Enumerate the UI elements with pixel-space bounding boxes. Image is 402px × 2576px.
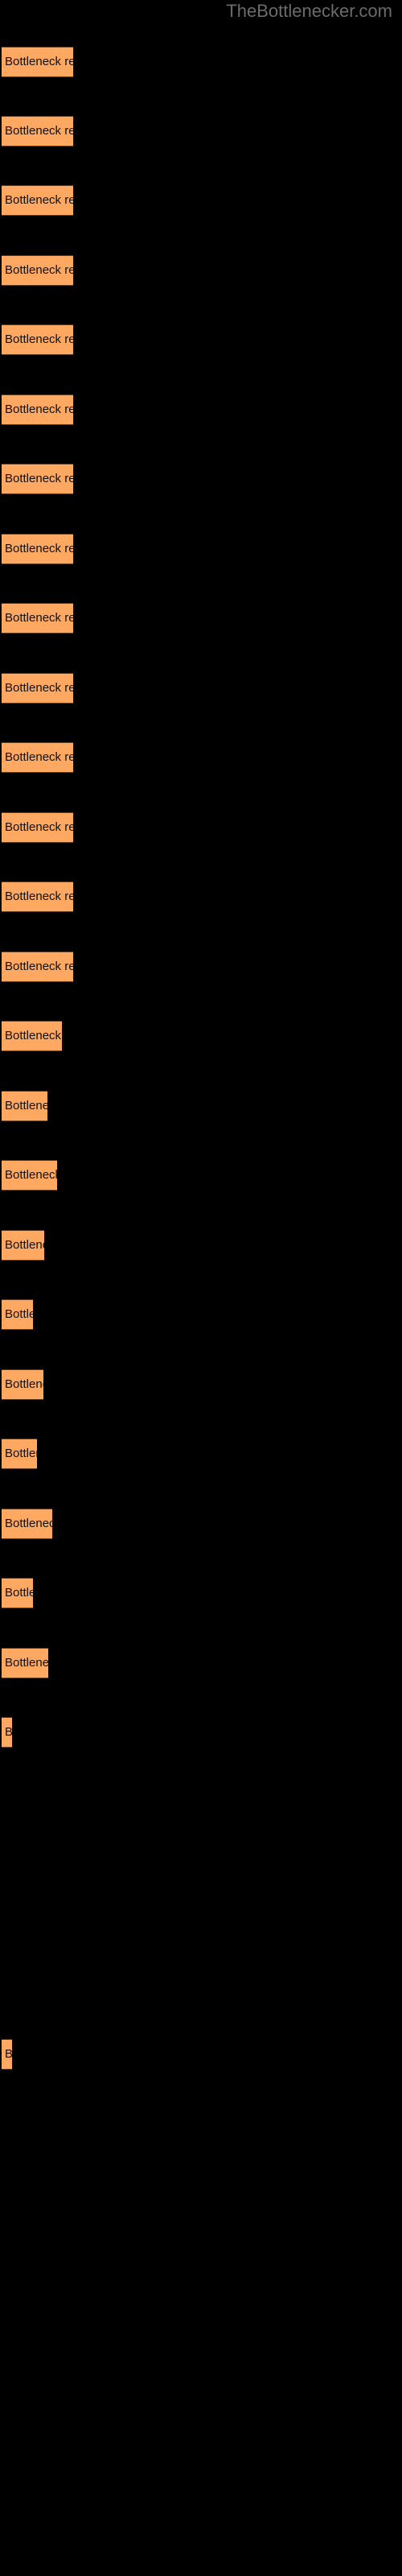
bar-clip: Bottleneck result	[2, 673, 73, 704]
bar-clip: Bottleneck result	[2, 534, 73, 564]
bar-row[interactable]: Bottleneck result	[2, 1091, 47, 1121]
bar-row[interactable]: Bottleneck result	[2, 742, 73, 773]
bar-fill	[2, 1648, 48, 1678]
bar-row[interactable]: Bottleneck result	[2, 673, 73, 704]
bar-row[interactable]: Bottleneck result	[2, 881, 73, 912]
bar-row[interactable]: Bottleneck result	[2, 1578, 33, 1608]
bar-clip: Bottleneck result	[2, 812, 73, 843]
bar-clip: Bottleneck result	[2, 603, 73, 634]
bar-clip: Bottleneck result	[2, 1021, 62, 1051]
bar-row[interactable]: Bottleneck result	[2, 464, 73, 494]
bar-fill	[2, 116, 73, 147]
bar-fill	[2, 1369, 43, 1400]
bar-row[interactable]: Bottleneck result	[2, 255, 73, 286]
bar-row[interactable]: Bottleneck result	[2, 534, 73, 564]
bar-fill	[2, 1509, 52, 1539]
bar-fill	[2, 673, 73, 704]
bar-fill	[2, 603, 73, 634]
bar-row[interactable]: Bottleneck result	[2, 1021, 62, 1051]
bar-fill	[2, 881, 73, 912]
bar-row[interactable]: Bottleneck result	[2, 1369, 43, 1400]
bar-row[interactable]: Bottleneck result	[2, 1439, 37, 1469]
bar-fill	[2, 185, 73, 216]
bar-fill	[2, 1299, 33, 1330]
bar-fill	[2, 1021, 62, 1051]
bar-clip: Bottleneck result	[2, 2039, 12, 2070]
bar-clip: Bottleneck result	[2, 1648, 48, 1678]
bar-clip: Bottleneck result	[2, 1230, 44, 1261]
bar-clip: Bottleneck result	[2, 742, 73, 773]
bar-clip: Bottleneck result	[2, 1439, 37, 1469]
bar-fill	[2, 1717, 12, 1748]
bar-clip: Bottleneck result	[2, 185, 73, 216]
bar-fill	[2, 47, 73, 77]
bar-fill	[2, 324, 73, 355]
bar-clip: Bottleneck result	[2, 1369, 43, 1400]
bar-row[interactable]: Bottleneck result	[2, 1648, 48, 1678]
bar-clip: Bottleneck result	[2, 881, 73, 912]
bar-clip: Bottleneck result	[2, 394, 73, 425]
bar-fill	[2, 394, 73, 425]
bar-clip: Bottleneck result	[2, 1509, 52, 1539]
bar-row[interactable]: Bottleneck result	[2, 2039, 12, 2070]
bar-row[interactable]: Bottleneck result	[2, 1160, 57, 1191]
bar-clip: Bottleneck result	[2, 1299, 33, 1330]
bar-fill	[2, 464, 73, 494]
bar-clip: Bottleneck result	[2, 1160, 57, 1191]
bar-row[interactable]: Bottleneck result	[2, 952, 73, 982]
bar-fill	[2, 742, 73, 773]
bar-row[interactable]: Bottleneck result	[2, 1717, 12, 1748]
bar-row[interactable]: Bottleneck result	[2, 116, 73, 147]
bar-fill	[2, 1439, 37, 1469]
bar-row[interactable]: Bottleneck result	[2, 324, 73, 355]
bar-row[interactable]: Bottleneck result	[2, 47, 73, 77]
bar-fill	[2, 952, 73, 982]
bar-fill	[2, 1578, 33, 1608]
bar-clip: Bottleneck result	[2, 952, 73, 982]
bar-fill	[2, 1091, 47, 1121]
bar-clip: Bottleneck result	[2, 324, 73, 355]
bar-fill	[2, 1160, 57, 1191]
bar-fill	[2, 255, 73, 286]
bar-row[interactable]: Bottleneck result	[2, 1299, 33, 1330]
bar-row[interactable]: Bottleneck result	[2, 603, 73, 634]
bar-clip: Bottleneck result	[2, 464, 73, 494]
bar-fill	[2, 1230, 44, 1261]
bar-clip: Bottleneck result	[2, 1091, 47, 1121]
bar-row[interactable]: Bottleneck result	[2, 1230, 44, 1261]
bar-clip: Bottleneck result	[2, 116, 73, 147]
bar-fill	[2, 812, 73, 843]
bar-clip: Bottleneck result	[2, 1717, 12, 1748]
bar-row[interactable]: Bottleneck result	[2, 812, 73, 843]
bottleneck-bar-chart: TheBottlenecker.com Bottleneck resultBot…	[0, 0, 402, 2576]
bar-row[interactable]: Bottleneck result	[2, 185, 73, 216]
bar-clip: Bottleneck result	[2, 255, 73, 286]
bar-fill	[2, 2039, 12, 2070]
bar-clip: Bottleneck result	[2, 47, 73, 77]
bar-clip: Bottleneck result	[2, 1578, 33, 1608]
bars-layer: Bottleneck result Bottleneck result Bottle…	[0, 0, 402, 2576]
bar-fill	[2, 534, 73, 564]
bar-row[interactable]: Bottleneck result	[2, 1509, 52, 1539]
bar-row[interactable]: Bottleneck result	[2, 394, 73, 425]
